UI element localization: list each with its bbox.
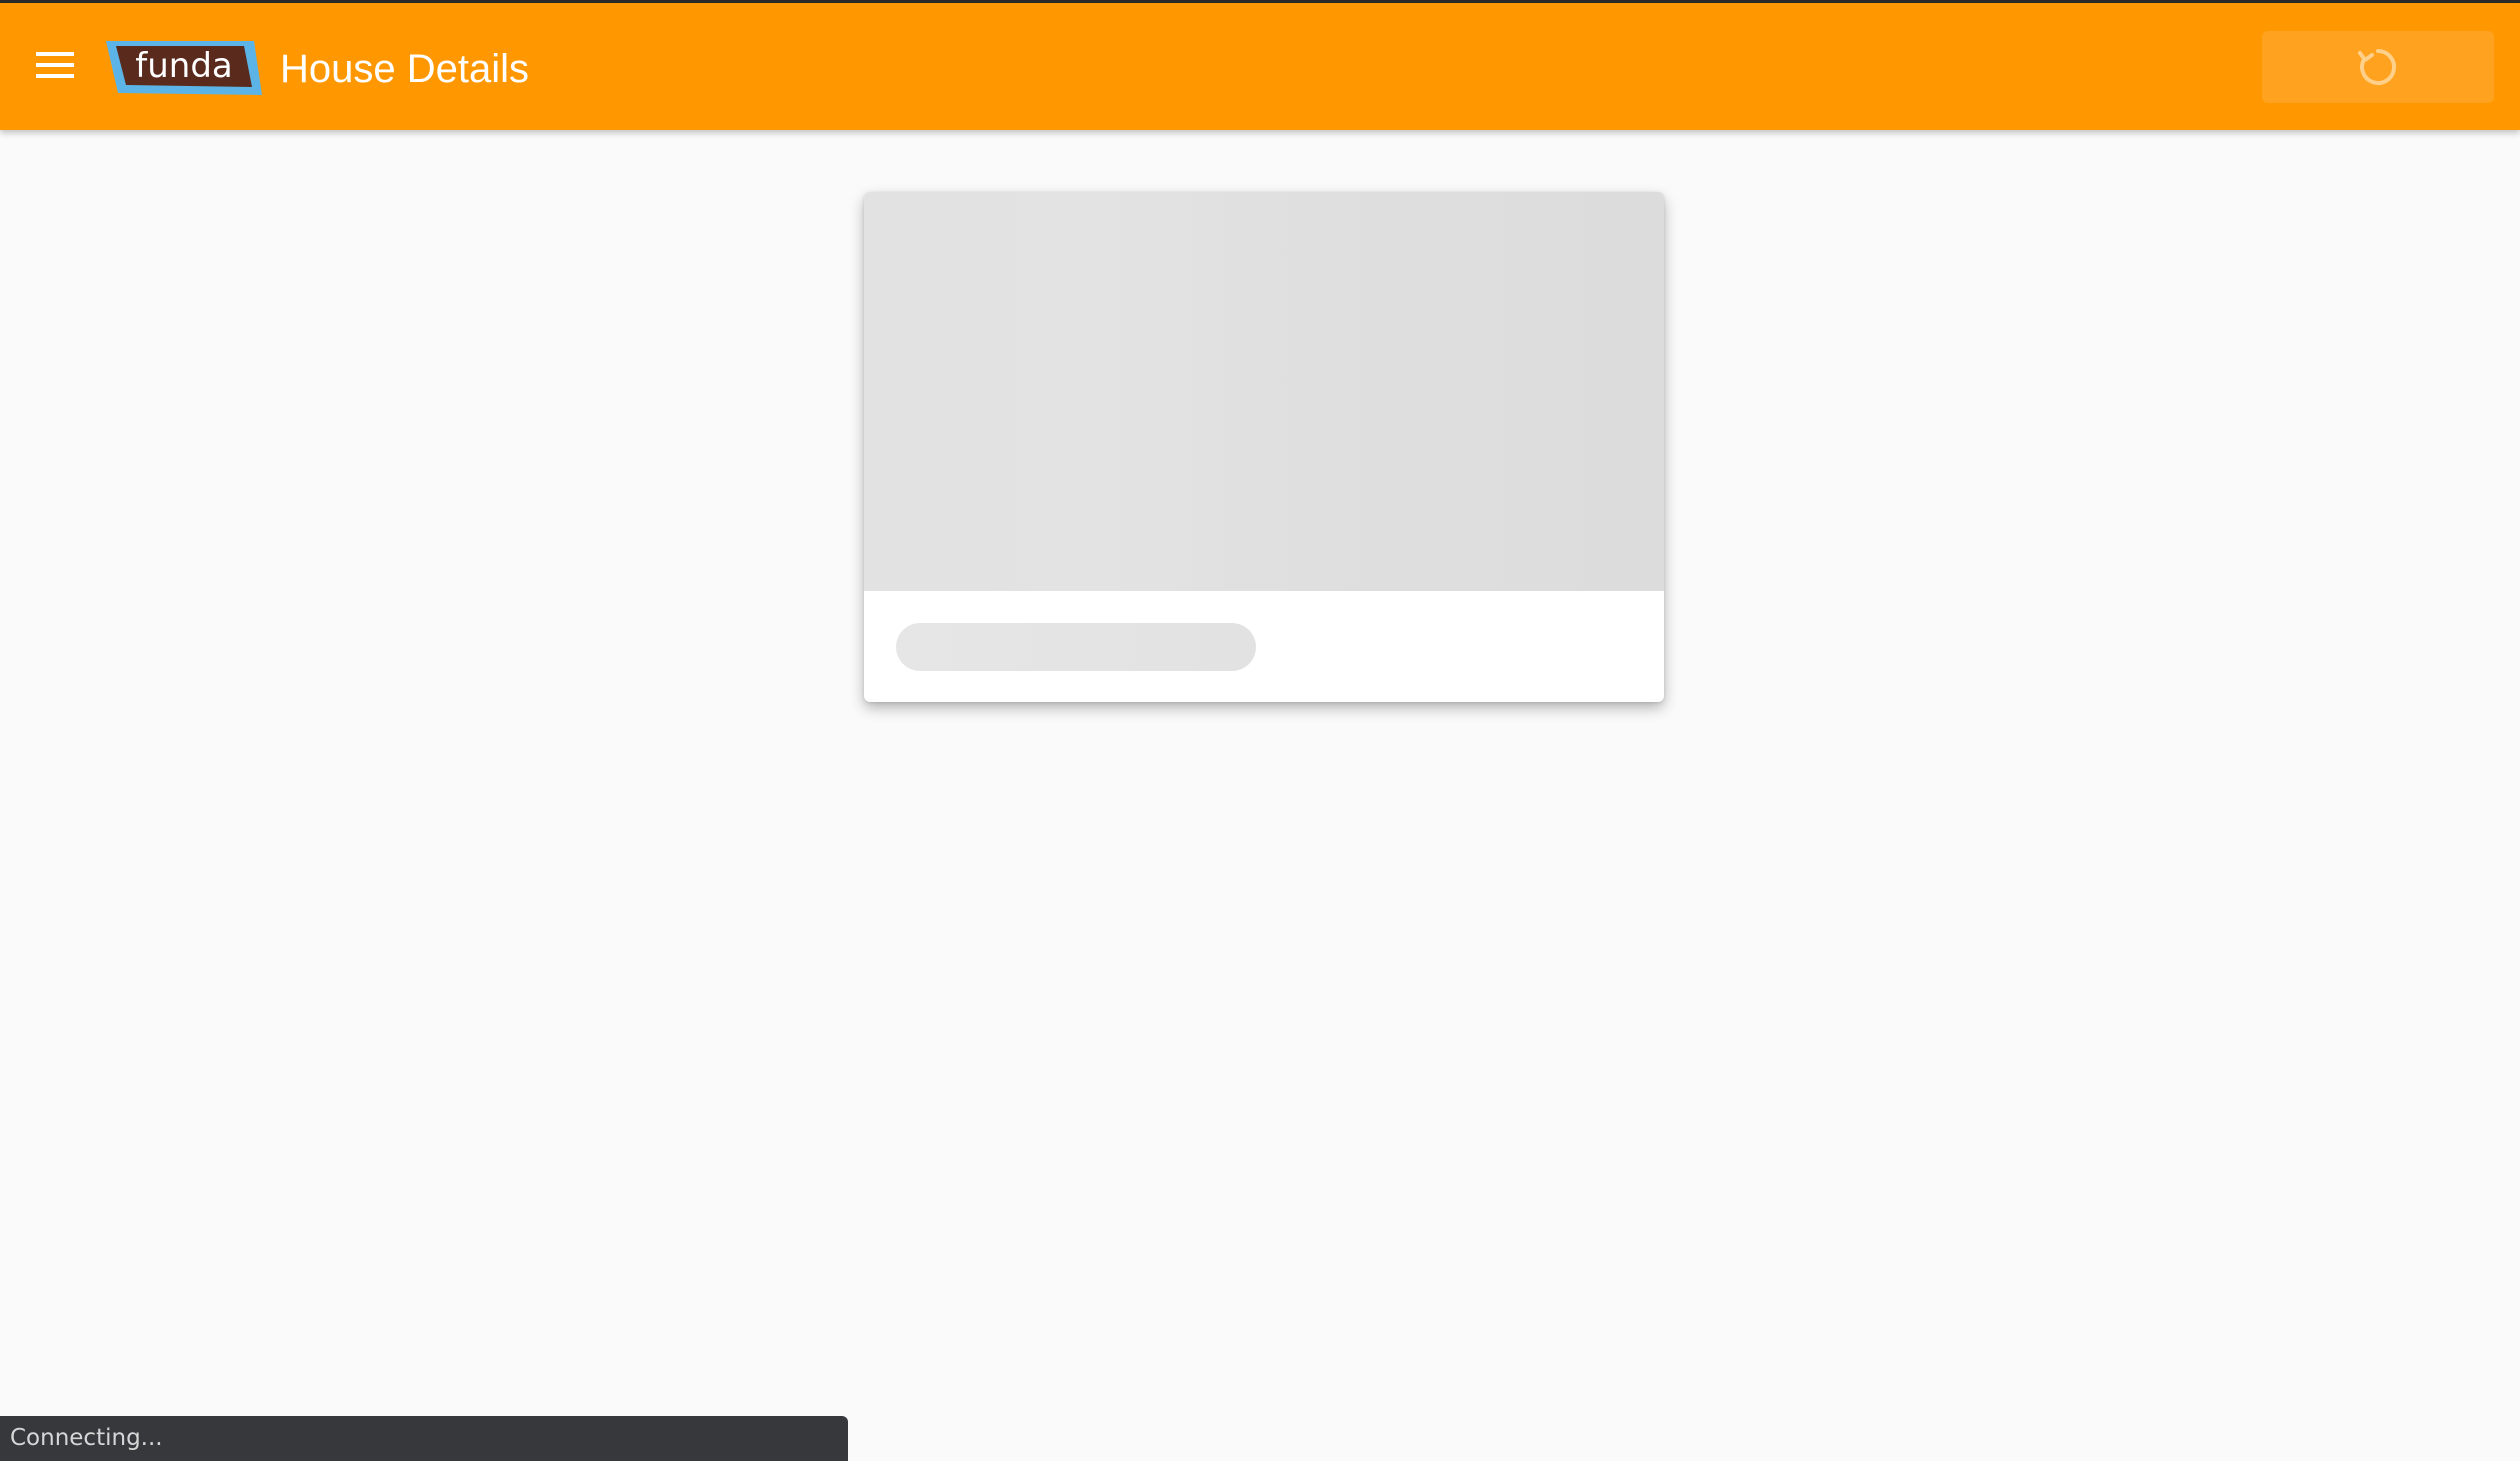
funda-logo[interactable]: funda — [104, 37, 264, 99]
hamburger-menu-icon — [36, 52, 74, 78]
page-title: House Details — [280, 47, 530, 91]
menu-button[interactable] — [24, 33, 88, 97]
app-bar: funda House Details — [0, 3, 2520, 130]
connection-status-bar: Connecting... — [0, 1416, 848, 1461]
logo-text: funda — [135, 46, 232, 86]
house-card-skeleton[interactable] — [864, 192, 1664, 702]
house-title-placeholder — [896, 623, 1256, 671]
refresh-button[interactable] — [2262, 31, 2494, 103]
connection-status-text: Connecting... — [10, 1425, 163, 1451]
house-image-placeholder — [864, 192, 1664, 591]
refresh-icon — [2358, 48, 2397, 85]
